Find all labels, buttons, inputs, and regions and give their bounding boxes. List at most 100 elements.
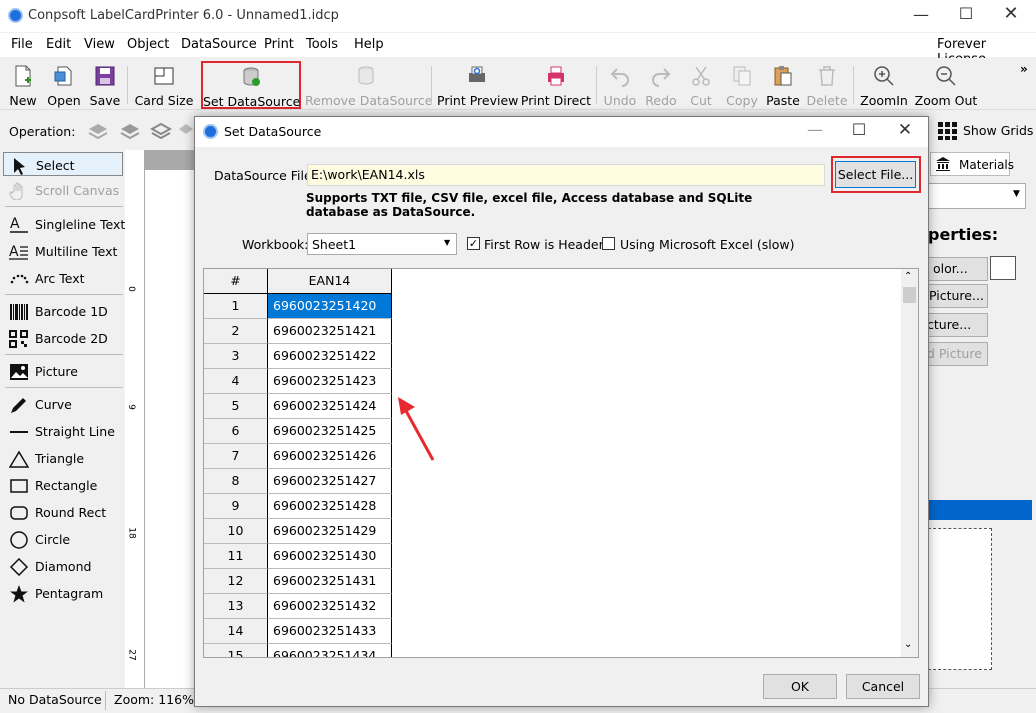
table-row[interactable]: 2 6960023251421 xyxy=(204,319,394,344)
ean14-cell[interactable]: 6960023251433 xyxy=(268,619,392,644)
scroll-up-icon[interactable]: ⌃ xyxy=(904,271,912,282)
ean14-cell[interactable]: 6960023251420 xyxy=(268,294,392,319)
toolbar-overflow-icon[interactable]: » xyxy=(1020,62,1028,76)
layer-front-icon[interactable] xyxy=(87,121,109,141)
table-row[interactable]: 9 6960023251428 xyxy=(204,494,394,519)
table-row[interactable]: 8 6960023251427 xyxy=(204,469,394,494)
tool-triangle[interactable]: Triangle xyxy=(3,446,123,470)
menu-help[interactable]: Help xyxy=(354,37,384,52)
print-direct-button[interactable]: Print Direct xyxy=(520,62,592,108)
tool-pentagram[interactable]: Pentagram xyxy=(3,581,123,605)
maximize-icon[interactable]: ☐ xyxy=(943,4,989,23)
new-button[interactable]: New xyxy=(4,62,42,108)
print-preview-button[interactable]: Print Preview xyxy=(437,62,518,108)
table-row[interactable]: 7 6960023251426 xyxy=(204,444,394,469)
materials-dropdown[interactable]: ▼ xyxy=(928,183,1026,209)
zoomin-button[interactable]: ZoomIn xyxy=(858,62,910,108)
row-index-cell[interactable]: 9 xyxy=(204,494,268,519)
fill-color-button[interactable]: olor... xyxy=(926,257,988,281)
ean14-cell[interactable]: 6960023251434 xyxy=(268,644,392,657)
dialog-minimize-icon[interactable]: — xyxy=(792,120,838,139)
row-index-cell[interactable]: 3 xyxy=(204,344,268,369)
row-index-cell[interactable]: 13 xyxy=(204,594,268,619)
tool-straight-line[interactable]: Straight Line xyxy=(3,419,123,443)
tool-rectangle[interactable]: Rectangle xyxy=(3,473,123,497)
set-datasource-button[interactable]: Set DataSource xyxy=(201,61,301,109)
ean14-cell[interactable]: 6960023251426 xyxy=(268,444,392,469)
grid-header-ean14[interactable]: EAN14 xyxy=(268,269,392,294)
row-index-cell[interactable]: 4 xyxy=(204,369,268,394)
layer-forward-icon[interactable] xyxy=(119,121,141,141)
ean14-cell[interactable]: 6960023251430 xyxy=(268,544,392,569)
ean14-cell[interactable]: 6960023251421 xyxy=(268,319,392,344)
table-row[interactable]: 12 6960023251431 xyxy=(204,569,394,594)
ean14-cell[interactable]: 6960023251427 xyxy=(268,469,392,494)
grid-header-index[interactable]: # xyxy=(204,269,268,294)
tool-singleline-text[interactable]: A Singleline Text xyxy=(3,212,125,236)
layer-back-icon[interactable] xyxy=(178,121,194,141)
background-picture-button[interactable]: cture... xyxy=(926,313,988,337)
open-button[interactable]: Open xyxy=(44,62,84,108)
color-swatch[interactable] xyxy=(990,256,1016,280)
row-index-cell[interactable]: 2 xyxy=(204,319,268,344)
picture-button[interactable]: Picture... xyxy=(926,284,988,308)
tool-multiline-text[interactable]: A Multiline Text xyxy=(3,239,123,263)
tool-curve[interactable]: Curve xyxy=(3,392,123,416)
row-index-cell[interactable]: 14 xyxy=(204,619,268,644)
tool-scroll-canvas[interactable]: Scroll Canvas xyxy=(3,178,123,202)
row-index-cell[interactable]: 7 xyxy=(204,444,268,469)
tool-diamond[interactable]: Diamond xyxy=(3,554,123,578)
ean14-cell[interactable]: 6960023251422 xyxy=(268,344,392,369)
table-row[interactable]: 11 6960023251430 xyxy=(204,544,394,569)
redo-button[interactable]: Redo xyxy=(642,62,680,108)
row-index-cell[interactable]: 6 xyxy=(204,419,268,444)
tool-barcode-1d[interactable]: Barcode 1D xyxy=(3,299,123,323)
materials-tab[interactable]: Materials xyxy=(930,152,1014,176)
tool-arc-text[interactable]: Arc Text xyxy=(3,266,123,290)
table-row[interactable]: 1 6960023251420 xyxy=(204,294,394,319)
menu-file[interactable]: File xyxy=(11,37,33,52)
close-icon[interactable]: ✕ xyxy=(988,3,1034,24)
card-size-button[interactable]: Card Size xyxy=(133,62,195,108)
zoomout-button[interactable]: Zoom Out xyxy=(913,62,979,108)
scroll-down-icon[interactable]: ⌄ xyxy=(904,639,912,650)
table-row[interactable]: 10 6960023251429 xyxy=(204,519,394,544)
label-card[interactable] xyxy=(145,170,200,690)
tool-select[interactable]: Select xyxy=(3,152,123,176)
remove-datasource-button[interactable]: Remove DataSource xyxy=(305,62,432,108)
layer-backward-icon[interactable] xyxy=(150,121,172,141)
tool-circle[interactable]: Circle xyxy=(3,527,123,551)
ean14-cell[interactable]: 6960023251428 xyxy=(268,494,392,519)
scrollbar-thumb[interactable] xyxy=(903,287,916,303)
dialog-maximize-icon[interactable]: ☐ xyxy=(836,120,882,139)
tool-round-rect[interactable]: Round Rect xyxy=(3,500,123,524)
menu-print[interactable]: Print xyxy=(264,37,294,52)
table-row[interactable]: 13 6960023251432 xyxy=(204,594,394,619)
row-index-cell[interactable]: 8 xyxy=(204,469,268,494)
copy-button[interactable]: Copy xyxy=(722,62,762,108)
row-index-cell[interactable]: 11 xyxy=(204,544,268,569)
clear-picture-button[interactable]: d Picture xyxy=(926,342,988,366)
delete-button[interactable]: Delete xyxy=(806,62,848,108)
ean14-cell[interactable]: 6960023251423 xyxy=(268,369,392,394)
paste-button[interactable]: Paste xyxy=(764,62,802,108)
cut-button[interactable]: Cut xyxy=(684,62,718,108)
ean14-cell[interactable]: 6960023251431 xyxy=(268,569,392,594)
minimize-icon[interactable]: — xyxy=(898,5,944,24)
tool-barcode-2d[interactable]: Barcode 2D xyxy=(3,326,123,350)
using-excel-checkbox[interactable] xyxy=(602,237,615,250)
ean14-cell[interactable]: 6960023251424 xyxy=(268,394,392,419)
ean14-cell[interactable]: 6960023251425 xyxy=(268,419,392,444)
cancel-button[interactable]: Cancel xyxy=(846,674,920,699)
table-row[interactable]: 4 6960023251423 xyxy=(204,369,394,394)
save-button[interactable]: Save xyxy=(86,62,124,108)
first-row-header-checkbox[interactable]: ✓ xyxy=(467,237,480,250)
menu-tools[interactable]: Tools xyxy=(306,37,338,52)
row-index-cell[interactable]: 15 xyxy=(204,644,268,657)
row-index-cell[interactable]: 10 xyxy=(204,519,268,544)
canvas-area[interactable] xyxy=(145,150,200,690)
row-index-cell[interactable]: 1 xyxy=(204,294,268,319)
show-grids-toggle[interactable]: Show Grids xyxy=(963,123,1033,138)
row-index-cell[interactable]: 5 xyxy=(204,394,268,419)
data-preview-grid[interactable]: # EAN14 1 6960023251420 2 6960023251421 3 696… xyxy=(203,268,919,658)
